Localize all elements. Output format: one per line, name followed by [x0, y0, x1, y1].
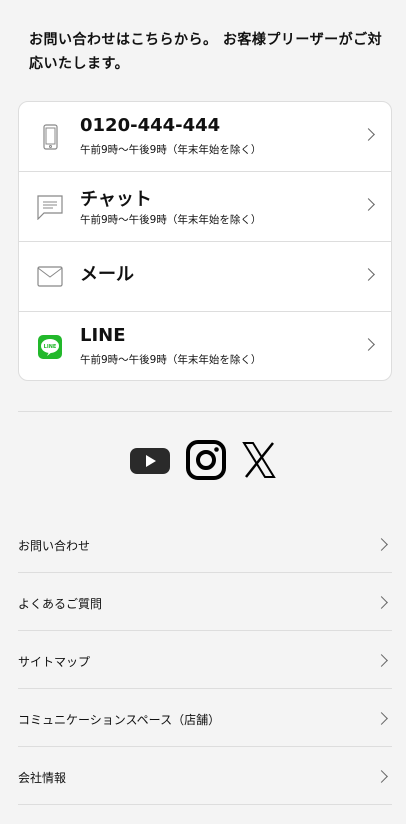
chevron-right-icon: [375, 712, 388, 725]
chevron-right-icon: [375, 770, 388, 783]
contact-title: メール: [80, 264, 134, 285]
footer-link[interactable]: お問い合わせ: [18, 515, 392, 573]
contact-hours: 午前9時〜午後9時（年末年始を除く）: [80, 144, 262, 156]
chevron-right-icon: [362, 338, 375, 351]
footer-link[interactable]: コミュニケーションスペース（店舗）: [18, 689, 392, 747]
youtube-icon[interactable]: [130, 445, 170, 475]
contact-mail[interactable]: メール: [19, 242, 391, 312]
line-icon: LINE: [38, 335, 62, 359]
phone-icon: [43, 124, 58, 150]
link-label: お問い合わせ: [18, 539, 91, 553]
footer-link[interactable]: よくあるご質問: [18, 573, 392, 631]
x-icon[interactable]: [242, 442, 276, 478]
social-links: [0, 440, 406, 480]
contact-line[interactable]: LINE LINE 午前9時〜午後9時（年末年始を除く）: [19, 312, 391, 380]
contact-hours: 午前9時〜午後9時（年末年始を除く）: [80, 354, 262, 366]
link-label: サイトマップ: [18, 655, 91, 669]
contact-title: 0120-444-444: [80, 115, 221, 136]
divider: [18, 411, 392, 412]
chevron-right-icon: [362, 268, 375, 281]
chevron-right-icon: [375, 538, 388, 551]
chevron-right-icon: [362, 128, 375, 141]
link-label: コミュニケーションスペース（店舗）: [18, 713, 221, 727]
chat-icon: [37, 195, 63, 220]
chevron-right-icon: [375, 654, 388, 667]
contact-title: LINE: [80, 325, 126, 346]
contact-phone[interactable]: 0120-444-444 午前9時〜午後9時（年末年始を除く）: [19, 102, 391, 172]
chevron-right-icon: [362, 198, 375, 211]
contact-card: 0120-444-444 午前9時〜午後9時（年末年始を除く） チャット 午前9…: [18, 101, 392, 381]
instagram-icon[interactable]: [186, 440, 226, 480]
footer-link[interactable]: サイトマップ: [18, 631, 392, 689]
footer-link[interactable]: 会社情報: [18, 747, 392, 805]
intro-text: お問い合わせはこちらから。 お客様プリーザーがご対応いたします。: [29, 32, 383, 72]
svg-text:LINE: LINE: [44, 344, 57, 350]
link-label: よくあるご質問: [18, 597, 103, 611]
link-label: 会社情報: [18, 771, 67, 785]
footer-links: お問い合わせ よくあるご質問 サイトマップ コミュニケーションスペース（店舗） …: [18, 515, 392, 805]
contact-chat[interactable]: チャット 午前9時〜午後9時（年末年始を除く）: [19, 172, 391, 242]
mail-icon: [37, 266, 63, 287]
contact-title: チャット: [80, 189, 152, 210]
chevron-right-icon: [375, 596, 388, 609]
contact-hours: 午前9時〜午後9時（年末年始を除く）: [80, 214, 262, 226]
